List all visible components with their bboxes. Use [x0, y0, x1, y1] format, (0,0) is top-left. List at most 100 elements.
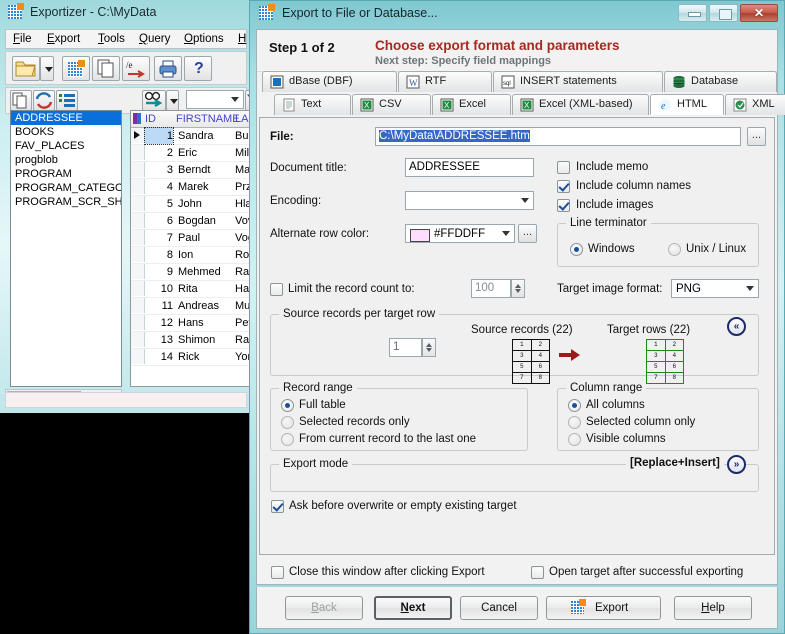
filter-combo[interactable] — [186, 90, 244, 109]
table-list-item[interactable]: PROGRAM_CATEGORY — [11, 181, 121, 195]
menu-options[interactable]: Options — [184, 33, 224, 45]
limit-record-count-checkbox[interactable] — [270, 283, 283, 296]
column-range-visible-columns-radio[interactable] — [568, 433, 581, 446]
back-button[interactable]: Back — [285, 596, 363, 620]
file-browse-button[interactable]: ... — [747, 127, 766, 146]
export-button[interactable]: Export — [546, 596, 661, 620]
list-icon[interactable] — [56, 90, 78, 111]
table-row[interactable]: 14RickYor — [131, 349, 249, 366]
table-list-item[interactable]: BOOKS — [11, 125, 121, 139]
maximize-button[interactable] — [709, 4, 738, 22]
table-row[interactable]: 7PaulVog — [131, 230, 249, 247]
record-range-from-current-radio[interactable] — [281, 433, 294, 446]
table-list-item[interactable]: progblob — [11, 153, 121, 167]
menu-file[interactable]: File — [13, 33, 32, 45]
file-input[interactable]: C:\MyData\ADDRESSEE.htm — [375, 127, 741, 146]
table-row[interactable]: 13ShimonRab — [131, 332, 249, 349]
dialog-titlebar[interactable]: Export to File or Database... ✕ — [250, 1, 784, 27]
data-grid-panel[interactable]: ID FIRSTNAME LAS 1SandraBus2EricMile3Ber… — [130, 110, 250, 387]
table-list-item[interactable]: FAV_PLACES — [11, 139, 121, 153]
cancel-button[interactable]: Cancel — [460, 596, 538, 620]
include-memo-checkbox[interactable] — [557, 161, 570, 174]
dialog-title: Export to File or Database... — [282, 6, 438, 20]
tab-database[interactable]: Database — [664, 71, 777, 92]
tab-label: RTF — [425, 75, 446, 87]
include-images-checkbox[interactable] — [557, 199, 570, 212]
main-window-titlebar[interactable]: Exportizer - C:\MyData — [0, 0, 252, 26]
tab-excel[interactable]: XExcel — [432, 94, 511, 115]
encoding-combo[interactable] — [405, 191, 534, 210]
table-row[interactable]: 4MarekPrz — [131, 179, 249, 196]
export-grid-icon[interactable] — [62, 56, 90, 81]
line-terminator-unix-radio[interactable] — [668, 243, 681, 256]
cell-firstname: Marek — [178, 179, 209, 195]
collapse-section-button[interactable]: « — [727, 317, 746, 336]
menu-query[interactable]: Query — [139, 33, 170, 45]
tab-insert-statements[interactable]: sqlINSERT statements — [493, 71, 663, 92]
target-rows-caption: Target rows (22) — [607, 324, 690, 336]
include-column-names-checkbox[interactable] — [557, 180, 570, 193]
alternate-row-color-browse-button[interactable]: ... — [518, 224, 537, 243]
table-row[interactable]: 12HansPet — [131, 315, 249, 332]
tab-rtf[interactable]: WRTF — [398, 71, 492, 92]
table-list-item[interactable]: ADDRESSEE — [11, 111, 121, 125]
close-button[interactable]: ✕ — [740, 4, 778, 22]
column-range-all-columns-radio[interactable] — [568, 399, 581, 412]
alternate-row-color-combo[interactable]: #FFDDFF — [405, 224, 515, 243]
help-icon[interactable]: ? — [184, 56, 212, 81]
minimize-button[interactable] — [678, 4, 707, 22]
table-row[interactable]: 2EricMile — [131, 145, 249, 162]
table-list-item[interactable]: PROGRAM — [11, 167, 121, 181]
open-target-after-checkbox[interactable] — [531, 566, 544, 579]
expand-export-mode-button[interactable]: » — [727, 455, 746, 474]
document-title-input[interactable]: ADDRESSEE — [405, 158, 534, 177]
tab-text[interactable]: Text — [274, 94, 351, 115]
record-range-full-table-label: Full table — [299, 399, 346, 411]
table-row[interactable]: 11AndreasMul — [131, 298, 249, 315]
refresh-icon[interactable] — [33, 90, 55, 111]
column-header-firstname[interactable]: FIRSTNAME — [176, 112, 240, 126]
table-row[interactable]: 6BogdanVov — [131, 213, 249, 230]
menu-help[interactable]: H — [238, 33, 246, 45]
table-row[interactable]: 3BerndtMar — [131, 162, 249, 179]
ask-before-overwrite-checkbox[interactable] — [271, 500, 284, 513]
limit-record-count-input[interactable]: 100 — [471, 279, 511, 298]
tab-xml[interactable]: XML — [725, 94, 785, 115]
record-range-full-table-radio[interactable] — [281, 399, 294, 412]
tab-excel-xml-based[interactable]: XExcel (XML-based) — [512, 94, 649, 115]
column-header-lastname[interactable]: LAS — [235, 112, 250, 126]
main-application-window: Exportizer - C:\MyData File Export Tools… — [0, 0, 252, 413]
find-icon[interactable] — [142, 90, 166, 111]
tab-dbase-dbf[interactable]: dBase (DBF) — [262, 71, 397, 92]
execute-script-icon[interactable]: /e — [122, 56, 150, 81]
help-button[interactable]: Help — [674, 596, 752, 620]
records-per-row-input[interactable]: 1 — [389, 338, 422, 357]
table-row[interactable]: 10RitaHag — [131, 281, 249, 298]
next-button[interactable]: Next — [374, 596, 452, 620]
copy-rows-icon[interactable] — [10, 90, 32, 111]
tab-csv[interactable]: XCSV — [352, 94, 431, 115]
menu-tools[interactable]: Tools — [98, 33, 125, 45]
column-range-selected-column-radio[interactable] — [568, 416, 581, 429]
target-image-format-combo[interactable]: PNG — [671, 279, 759, 298]
menu-export[interactable]: Export — [47, 33, 80, 45]
open-folder-icon[interactable] — [12, 56, 40, 81]
excel-icon: X — [440, 98, 454, 112]
limit-record-count-stepper[interactable] — [511, 279, 525, 298]
table-row[interactable]: 8IonRot — [131, 247, 249, 264]
table-list-panel[interactable]: ADDRESSEEBOOKSFAV_PLACESprogblobPROGRAMP… — [10, 110, 122, 387]
records-per-row-stepper[interactable] — [422, 338, 436, 357]
close-after-export-checkbox[interactable] — [271, 566, 284, 579]
line-terminator-windows-radio[interactable] — [570, 243, 583, 256]
table-list-item[interactable]: PROGRAM_SCR_SHOT — [11, 195, 121, 209]
print-icon[interactable] — [154, 56, 182, 81]
record-range-selected-records-radio[interactable] — [281, 416, 294, 429]
table-row[interactable]: 9MehmedRab — [131, 264, 249, 281]
open-dropdown-arrow[interactable] — [40, 56, 54, 81]
tab-html[interactable]: eHTML — [650, 94, 724, 115]
table-row[interactable]: 5JohnHla — [131, 196, 249, 213]
find-dropdown-arrow[interactable] — [166, 90, 179, 111]
table-row[interactable]: 1SandraBus — [131, 128, 249, 145]
column-header-id[interactable]: ID — [145, 112, 156, 126]
copy-icon[interactable] — [92, 56, 120, 81]
